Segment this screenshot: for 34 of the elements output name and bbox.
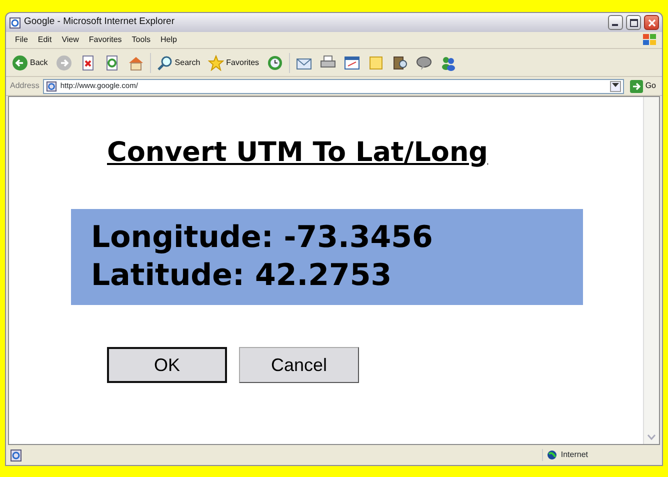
menu-item[interactable]: File bbox=[10, 34, 33, 46]
menu-item[interactable]: Tools bbox=[126, 34, 156, 46]
menu-item[interactable]: Help bbox=[155, 34, 182, 46]
minimize-button[interactable] bbox=[608, 15, 623, 30]
close-icon bbox=[648, 18, 656, 26]
close-button[interactable] bbox=[644, 15, 659, 30]
menu-item[interactable]: View bbox=[56, 34, 84, 46]
address-label: Address bbox=[10, 80, 40, 92]
cancel-button[interactable]: Cancel bbox=[239, 347, 359, 384]
go-button[interactable]: Go bbox=[628, 80, 658, 92]
ok-button[interactable]: OK bbox=[107, 347, 227, 384]
menu-item[interactable]: Favorites bbox=[84, 34, 127, 46]
globe-icon bbox=[546, 450, 557, 460]
zone-label: Internet bbox=[560, 449, 588, 461]
dropdown-caret-icon[interactable] bbox=[610, 80, 622, 92]
windows-flag-icon bbox=[642, 33, 658, 47]
result-line: Longitude: -73.3456 bbox=[91, 219, 434, 257]
star-icon bbox=[208, 54, 224, 70]
ie-logo-icon bbox=[9, 16, 21, 28]
result-line: Latitude: 42.2753 bbox=[91, 257, 393, 295]
page-heading: Convert UTM To Lat/Long bbox=[107, 137, 490, 170]
search-button[interactable]: Search bbox=[154, 54, 202, 70]
speech-bubble-icon[interactable] bbox=[414, 54, 434, 70]
page-icon bbox=[10, 448, 22, 462]
printer-icon[interactable] bbox=[318, 54, 338, 70]
maximize-icon bbox=[630, 18, 638, 26]
maximize-button[interactable] bbox=[626, 15, 641, 30]
back-button[interactable]: Back bbox=[10, 54, 50, 70]
page-icon bbox=[46, 80, 58, 92]
menu-item[interactable]: Edit bbox=[32, 34, 57, 46]
edit-page-icon[interactable] bbox=[342, 54, 362, 70]
search-icon bbox=[156, 54, 173, 70]
window-title: Google - Microsoft Internet Explorer bbox=[24, 15, 176, 30]
favorites-button[interactable]: Favorites bbox=[206, 54, 262, 70]
